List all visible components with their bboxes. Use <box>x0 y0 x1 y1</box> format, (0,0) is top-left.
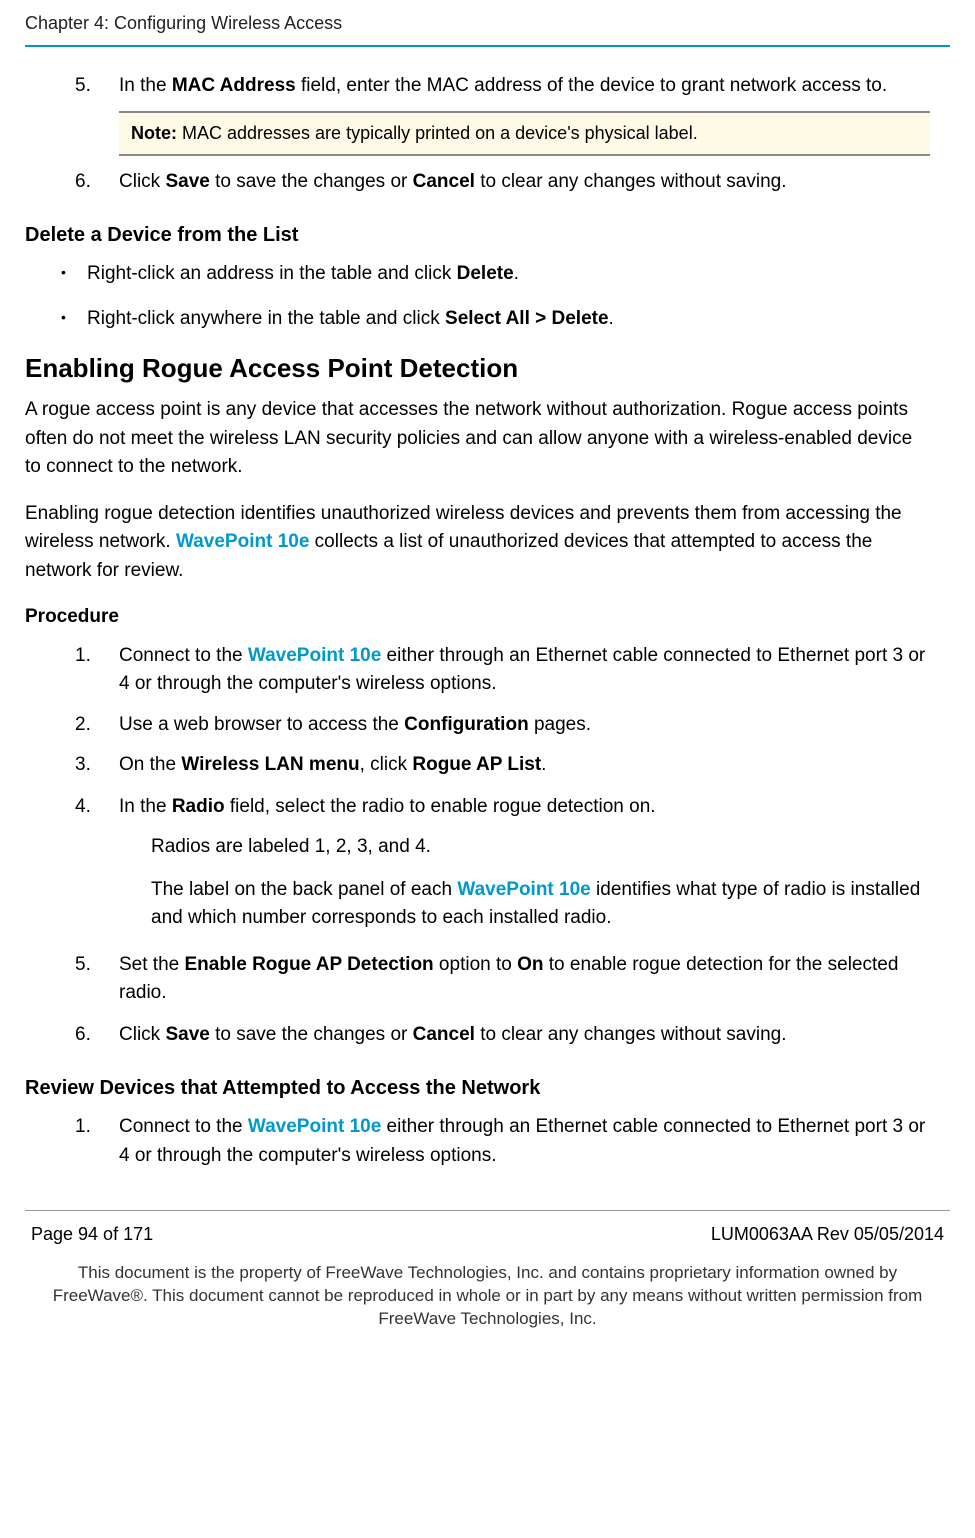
save-label: Save <box>165 1024 209 1045</box>
mac-address-label: MAC Address <box>172 75 296 96</box>
note-text: MAC addresses are typically printed on a… <box>177 123 698 143</box>
wavepoint-link: WavePoint 10e <box>457 879 590 900</box>
rogue-heading: Enabling Rogue Access Point Detection <box>25 349 930 388</box>
note-label: Note: <box>131 123 177 143</box>
proc-step-1: 1. Connect to the WavePoint 10e either t… <box>75 642 930 699</box>
step-5: 5. In the MAC Address field, enter the M… <box>75 72 930 156</box>
text: to clear any changes without saving. <box>475 1024 787 1045</box>
step-num: 6. <box>75 168 91 197</box>
footer: Page 94 of 171 LUM0063AA Rev 05/05/2014 … <box>25 1210 950 1331</box>
step-num: 2. <box>75 711 91 740</box>
step-num: 4. <box>75 793 91 822</box>
review-step-1: 1. Connect to the WavePoint 10e either t… <box>75 1113 930 1170</box>
configuration-label: Configuration <box>404 714 529 735</box>
sub-back-panel: The label on the back panel of each Wave… <box>151 876 930 933</box>
text: option to <box>434 954 517 975</box>
delete-heading: Delete a Device from the List <box>25 220 930 250</box>
sub-radios-label: Radios are labeled 1, 2, 3, and 4. <box>151 833 930 862</box>
bullet-delete: Right-click an address in the table and … <box>59 260 930 289</box>
step-num: 5. <box>75 951 91 980</box>
revision-info: LUM0063AA Rev 05/05/2014 <box>711 1221 944 1248</box>
step-text: Click <box>119 171 165 192</box>
text: On the <box>119 754 181 775</box>
text: Connect to the <box>119 645 248 666</box>
text: Click <box>119 1024 165 1045</box>
proc-step-6: 6. Click Save to save the changes or Can… <box>75 1021 930 1050</box>
rogue-para-1: A rogue access point is any device that … <box>25 396 930 482</box>
step-text: In the <box>119 75 172 96</box>
cancel-label: Cancel <box>413 171 475 192</box>
text: Use a web browser to access the <box>119 714 404 735</box>
wavepoint-link: WavePoint 10e <box>248 645 381 666</box>
text: field, select the radio to enable rogue … <box>225 796 656 817</box>
on-label: On <box>517 954 543 975</box>
step-num: 1. <box>75 642 91 671</box>
enable-rogue-label: Enable Rogue AP Detection <box>185 954 434 975</box>
step-text: to save the changes or <box>210 171 413 192</box>
wireless-lan-menu-label: Wireless LAN menu <box>181 754 359 775</box>
proc-step-3: 3. On the Wireless LAN menu, click Rogue… <box>75 751 930 780</box>
proc-step-4: 4. In the Radio field, select the radio … <box>75 793 930 933</box>
text: pages. <box>529 714 591 735</box>
step-text: field, enter the MAC address of the devi… <box>296 75 887 96</box>
chapter-header: Chapter 4: Configuring Wireless Access <box>25 10 950 47</box>
rogue-ap-list-label: Rogue AP List <box>412 754 541 775</box>
bullet-select-all: Right-click anywhere in the table and cl… <box>59 305 930 334</box>
text: The label on the back panel of each <box>151 879 457 900</box>
step-num: 6. <box>75 1021 91 1050</box>
note-box: Note: MAC addresses are typically printe… <box>119 111 930 156</box>
step-6: 6. Click Save to save the changes or Can… <box>75 168 930 197</box>
procedure-heading: Procedure <box>25 603 930 632</box>
text: Set the <box>119 954 185 975</box>
step-text: to clear any changes without saving. <box>475 171 787 192</box>
review-heading: Review Devices that Attempted to Access … <box>25 1073 930 1103</box>
select-all-delete-label: Select All > Delete <box>445 308 609 329</box>
page-number: Page 94 of 171 <box>31 1221 153 1248</box>
bullet-text: . <box>609 308 614 329</box>
text: In the <box>119 796 172 817</box>
rogue-para-2: Enabling rogue detection identifies unau… <box>25 500 930 586</box>
proc-step-5: 5. Set the Enable Rogue AP Detection opt… <box>75 951 930 1008</box>
step-num: 3. <box>75 751 91 780</box>
text: . <box>541 754 546 775</box>
text: to save the changes or <box>210 1024 413 1045</box>
proc-step-2: 2. Use a web browser to access the Confi… <box>75 711 930 740</box>
step-num: 5. <box>75 72 91 101</box>
bullet-text: Right-click an address in the table and … <box>87 263 457 284</box>
legal-text: This document is the property of FreeWav… <box>25 1262 950 1331</box>
save-label: Save <box>165 171 209 192</box>
delete-label: Delete <box>457 263 514 284</box>
text: , click <box>360 754 413 775</box>
radio-label: Radio <box>172 796 225 817</box>
bullet-text: . <box>514 263 519 284</box>
text: Connect to the <box>119 1116 248 1137</box>
cancel-label: Cancel <box>413 1024 475 1045</box>
content-area: 5. In the MAC Address field, enter the M… <box>25 72 950 196</box>
wavepoint-link: WavePoint 10e <box>248 1116 381 1137</box>
step-num: 1. <box>75 1113 91 1142</box>
bullet-text: Right-click anywhere in the table and cl… <box>87 308 445 329</box>
wavepoint-link: WavePoint 10e <box>176 531 309 552</box>
